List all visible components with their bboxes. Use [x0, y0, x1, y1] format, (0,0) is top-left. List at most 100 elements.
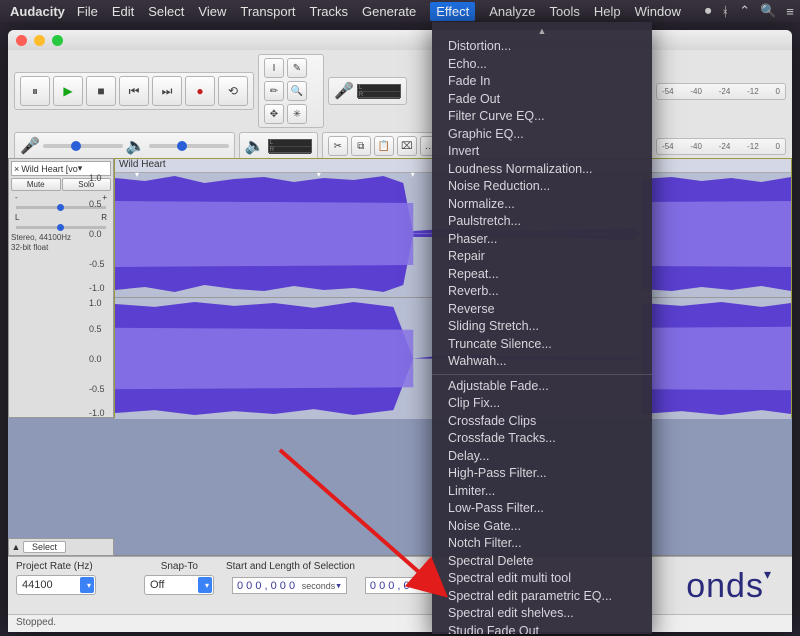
project-rate-select[interactable]: 44100▾: [16, 575, 96, 595]
effect-item[interactable]: Spectral Delete: [432, 553, 652, 571]
rec-volume-slider[interactable]: [43, 144, 123, 148]
pause-button[interactable]: ⏸: [20, 76, 50, 106]
menu-transport[interactable]: Transport: [240, 4, 295, 19]
selection-start[interactable]: 0 0 0 , 0 0 0 seconds▾: [232, 577, 347, 594]
window-maximize[interactable]: [52, 35, 63, 46]
effect-item[interactable]: Filter Curve EQ...: [432, 108, 652, 126]
effect-item[interactable]: Noise Gate...: [432, 518, 652, 536]
effect-item[interactable]: Crossfade Tracks...: [432, 430, 652, 448]
menu-analyze[interactable]: Analyze: [489, 4, 535, 19]
menu-view[interactable]: View: [198, 4, 226, 19]
copy-button[interactable]: ⧉: [351, 136, 371, 156]
effect-item[interactable]: Spectral edit parametric EQ...: [432, 588, 652, 606]
wifi-icon[interactable]: ⌃: [739, 3, 750, 19]
effect-item[interactable]: Adjustable Fade...: [432, 378, 652, 396]
envelope-tool[interactable]: ✎: [287, 58, 307, 78]
collapse-icon[interactable]: ▲: [9, 542, 23, 552]
menu-select[interactable]: Select: [148, 4, 184, 19]
selection-length[interactable]: 0 0 0 , 0 0 0: [365, 577, 433, 594]
menu-window[interactable]: Window: [635, 4, 681, 19]
draw-tool[interactable]: ✏: [264, 81, 284, 101]
window-minimize[interactable]: [34, 35, 45, 46]
effect-item[interactable]: High-Pass Filter...: [432, 465, 652, 483]
menu-effect[interactable]: Effect: [430, 2, 475, 21]
play-meter[interactable]: 🔈 LR: [239, 132, 318, 160]
effect-item[interactable]: Delay...: [432, 448, 652, 466]
play-volume-slider[interactable]: [149, 144, 229, 148]
mixer-toolbar: 🎤 🔈: [14, 132, 235, 160]
effect-item[interactable]: Crossfade Clips: [432, 413, 652, 431]
effect-item[interactable]: Repair: [432, 248, 652, 266]
transport-toolbar: ⏸ ▶ ■ ⏮ ⏭ ● ⟲: [14, 72, 254, 110]
skip-end-button[interactable]: ⏭: [152, 76, 182, 106]
effect-item[interactable]: Spectral edit shelves...: [432, 605, 652, 623]
close-icon[interactable]: ×: [14, 164, 19, 174]
bluetooth-icon[interactable]: ᚼ: [721, 4, 729, 19]
titlebar: [8, 30, 792, 50]
edit-toolbar: ✂ ⧉ 📋 ⌧ …: [322, 132, 446, 160]
effect-item[interactable]: Reverse: [432, 301, 652, 319]
trim-button[interactable]: ⌧: [397, 136, 417, 156]
track-collapse-bar[interactable]: ▲ Select: [8, 538, 114, 556]
chevron-down-icon[interactable]: ▾: [78, 163, 83, 174]
snap-select[interactable]: Off▾: [144, 575, 214, 595]
timeshift-tool[interactable]: ✥: [264, 104, 284, 124]
mute-button[interactable]: Mute: [11, 178, 61, 191]
mic-icon: 🎤: [20, 136, 40, 156]
effect-item[interactable]: Phaser...: [432, 231, 652, 249]
skip-start-button[interactable]: ⏮: [119, 76, 149, 106]
menu-tracks[interactable]: Tracks: [310, 4, 349, 19]
paste-button[interactable]: 📋: [374, 136, 394, 156]
rec-meter[interactable]: 🎤 LR: [328, 77, 407, 105]
effect-item[interactable]: Reverb...: [432, 283, 652, 301]
effect-item[interactable]: Repeat...: [432, 266, 652, 284]
effect-item[interactable]: Distortion...: [432, 38, 652, 56]
play-button[interactable]: ▶: [53, 76, 83, 106]
menu-generate[interactable]: Generate: [362, 4, 416, 19]
effect-item[interactable]: Noise Reduction...: [432, 178, 652, 196]
app-name[interactable]: Audacity: [10, 4, 65, 19]
effect-item[interactable]: Graphic EQ...: [432, 126, 652, 144]
effect-item[interactable]: Normalize...: [432, 196, 652, 214]
solo-button[interactable]: Solo: [62, 178, 112, 191]
effect-item[interactable]: Paulstretch...: [432, 213, 652, 231]
snap-label: Snap-To: [161, 561, 198, 572]
menu-icon[interactable]: ≡: [786, 4, 794, 19]
effect-item[interactable]: Limiter...: [432, 483, 652, 501]
effect-item[interactable]: Echo...: [432, 56, 652, 74]
speaker-icon: 🔈: [245, 136, 265, 156]
effect-item[interactable]: Low-Pass Filter...: [432, 500, 652, 518]
screencast-icon[interactable]: ⏺: [705, 3, 712, 19]
effect-item[interactable]: Wahwah...: [432, 353, 652, 371]
effect-item[interactable]: Sliding Stretch...: [432, 318, 652, 336]
effect-item[interactable]: Invert: [432, 143, 652, 161]
effect-item[interactable]: Clip Fix...: [432, 395, 652, 413]
zoom-tool[interactable]: 🔍: [287, 81, 307, 101]
menu-help[interactable]: Help: [594, 4, 621, 19]
loop-button[interactable]: ⟲: [218, 76, 248, 106]
stop-button[interactable]: ■: [86, 76, 116, 106]
audacity-window: ⏸ ▶ ■ ⏮ ⏭ ● ⟲ I ✎ ✏ 🔍 ✥ ✳ 🎤 LR: [8, 30, 792, 632]
effect-item[interactable]: Studio Fade Out: [432, 623, 652, 635]
selection-tool[interactable]: I: [264, 58, 284, 78]
effect-dropdown[interactable]: ▲ Distortion...Echo...Fade InFade OutFil…: [432, 22, 652, 634]
effect-item[interactable]: Loudness Normalization...: [432, 161, 652, 179]
cut-button[interactable]: ✂: [328, 136, 348, 156]
menu-edit[interactable]: Edit: [112, 4, 134, 19]
rec-meter-scale[interactable]: -54-40-24-120: [656, 83, 786, 100]
play-meter-scale[interactable]: -54-40-24-120: [656, 138, 786, 155]
menu-tools[interactable]: Tools: [550, 4, 580, 19]
effect-item[interactable]: Fade Out: [432, 91, 652, 109]
track-name[interactable]: Wild Heart [vo: [21, 164, 78, 174]
search-icon[interactable]: 🔍: [760, 3, 776, 19]
mic-icon: 🎤: [334, 81, 354, 101]
effect-item[interactable]: Fade In: [432, 73, 652, 91]
multi-tool[interactable]: ✳: [287, 104, 307, 124]
window-close[interactable]: [16, 35, 27, 46]
scroll-up-icon[interactable]: ▲: [432, 26, 652, 38]
effect-item[interactable]: Notch Filter...: [432, 535, 652, 553]
record-button[interactable]: ●: [185, 76, 215, 106]
effect-item[interactable]: Truncate Silence...: [432, 336, 652, 354]
menu-file[interactable]: File: [77, 4, 98, 19]
effect-item[interactable]: Spectral edit multi tool: [432, 570, 652, 588]
